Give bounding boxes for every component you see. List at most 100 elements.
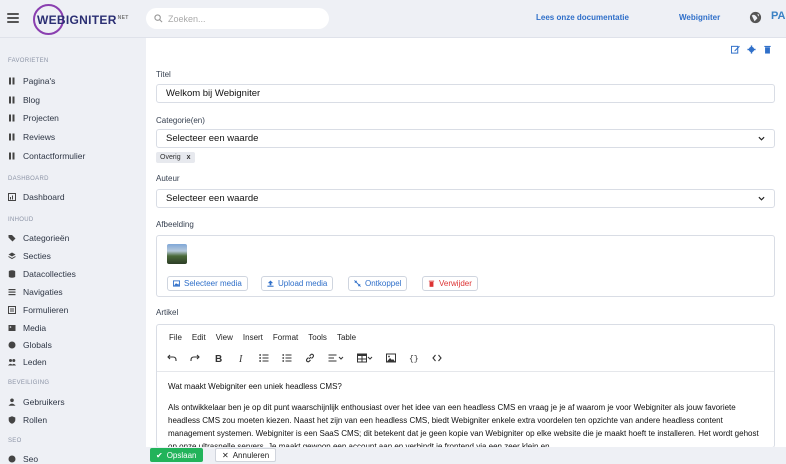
editor-content[interactable]: Wat maakt Webigniter een uniek headless … — [168, 380, 768, 447]
gear-icon[interactable] — [747, 45, 756, 54]
sidebar-item-contactformulier[interactable]: Contactformulier — [8, 149, 85, 163]
sidebar-item-paginas[interactable]: Pagina's — [8, 74, 55, 88]
article-heading: Wat maakt Webigniter een uniek headless … — [168, 382, 342, 391]
save-button[interactable]: ✔ Opslaan — [150, 448, 203, 462]
logo-text: WEBIGNITERNET — [37, 12, 129, 27]
image-thumbnail[interactable] — [167, 244, 187, 264]
sidebar-item-dashboard[interactable]: Dashboard — [8, 190, 65, 204]
sidebar-item-label: Gebruikers — [23, 397, 65, 407]
sidebar-item-label: Media — [23, 323, 47, 333]
sidebar-item-label: Navigaties — [23, 287, 63, 297]
search-input[interactable] — [168, 13, 318, 24]
link-icon[interactable] — [303, 351, 317, 365]
bullet-list-icon[interactable] — [280, 351, 294, 365]
projects-icon — [8, 114, 16, 122]
sections-icon — [8, 252, 16, 260]
svg-text:I: I — [238, 354, 243, 363]
undo-icon[interactable] — [165, 351, 179, 365]
sidebar-item-secties[interactable]: Secties — [8, 249, 51, 263]
menu-insert[interactable]: Insert — [243, 333, 263, 342]
unlink-button[interactable]: Ontkoppel — [348, 276, 408, 291]
site-link[interactable]: Webigniter — [679, 13, 720, 22]
sidebar: FAVORIETEN Pagina's Blog Projecten Revie… — [0, 38, 146, 464]
image-icon — [173, 280, 180, 287]
menu-view[interactable]: View — [216, 333, 233, 342]
sidebar-item-media[interactable]: Media — [8, 321, 46, 335]
sidebar-item-gebruikers[interactable]: Gebruikers — [8, 395, 65, 409]
sidebar-item-reviews[interactable]: Reviews — [8, 130, 55, 144]
image-label: Afbeelding — [156, 220, 194, 229]
globe-icon — [8, 341, 16, 349]
sidebar-item-formulieren[interactable]: Formulieren — [8, 303, 68, 317]
hamburger-menu-icon[interactable] — [7, 13, 19, 23]
sidebar-item-categorieen[interactable]: Categorieën — [8, 231, 69, 245]
source-code-icon[interactable] — [430, 351, 444, 365]
table-dropdown-icon[interactable] — [355, 351, 375, 365]
chevron-down-icon — [758, 136, 765, 141]
sidebar-section-title: DASHBOARD — [8, 176, 49, 182]
members-icon — [8, 358, 16, 366]
upload-media-button[interactable]: Upload media — [261, 276, 334, 291]
category-select-value: Selecteer een waarde — [166, 133, 259, 144]
bold-icon[interactable]: B — [211, 351, 225, 365]
sidebar-item-label: Contactformulier — [23, 151, 86, 161]
category-select[interactable]: Selecteer een waarde — [156, 129, 775, 148]
sidebar-item-label: Rollen — [23, 415, 48, 425]
page-actions — [730, 45, 772, 54]
sidebar-item-projecten[interactable]: Projecten — [8, 111, 59, 125]
logo[interactable]: WEBIGNITERNET — [33, 4, 129, 35]
redo-icon[interactable] — [188, 351, 202, 365]
select-media-label: Selecteer media — [184, 279, 242, 288]
navigation-icon — [8, 288, 16, 296]
menu-tools[interactable]: Tools — [308, 333, 327, 342]
trash-icon[interactable] — [763, 45, 772, 54]
docs-link[interactable]: Lees onze documentatie — [536, 13, 629, 22]
variable-icon[interactable]: {} — [407, 351, 421, 365]
sidebar-item-globals[interactable]: Globals — [8, 338, 52, 352]
sidebar-item-label: Blog — [23, 95, 41, 105]
sidebar-item-seo[interactable]: Seo — [8, 452, 38, 464]
svg-text:B: B — [215, 354, 222, 363]
align-dropdown-icon[interactable] — [326, 351, 346, 365]
edit-icon[interactable] — [730, 45, 740, 54]
svg-text:{}: {} — [409, 355, 419, 363]
italic-icon[interactable]: I — [234, 351, 248, 365]
unlink-icon — [354, 280, 361, 287]
contact-form-icon — [8, 152, 16, 160]
menu-table[interactable]: Table — [337, 333, 356, 342]
cancel-button[interactable]: ✕ Annuleren — [215, 448, 277, 462]
insert-image-icon[interactable] — [384, 351, 398, 365]
bottom-action-bar: ✔ Opslaan ✕ Annuleren — [146, 447, 786, 464]
numbered-list-icon[interactable] — [257, 351, 271, 365]
sidebar-item-label: Projecten — [23, 113, 59, 123]
seo-icon — [8, 455, 16, 463]
sidebar-section-title: INHOUD — [8, 217, 34, 223]
sidebar-item-datacollecties[interactable]: Datacollecties — [8, 267, 76, 281]
blog-icon — [8, 96, 16, 104]
user-avatar[interactable]: PA — [771, 10, 785, 22]
search-box[interactable] — [146, 8, 329, 29]
sidebar-item-rollen[interactable]: Rollen — [8, 413, 47, 427]
pages-icon — [8, 77, 16, 85]
remove-tag-icon[interactable]: x — [187, 154, 191, 161]
category-tag-label: Overig — [160, 154, 181, 161]
author-select[interactable]: Selecteer een waarde — [156, 189, 775, 208]
database-icon — [8, 270, 16, 278]
sidebar-item-label: Seo — [23, 454, 39, 464]
sidebar-item-leden[interactable]: Leden — [8, 355, 47, 369]
sidebar-section-title: SEO — [8, 438, 22, 444]
menu-file[interactable]: File — [169, 333, 182, 342]
menu-edit[interactable]: Edit — [192, 333, 206, 342]
main-content: Titel Categorie(en) Selecteer een waarde… — [146, 38, 786, 448]
roles-icon — [8, 416, 16, 424]
sidebar-item-label: Pagina's — [23, 76, 56, 86]
category-tag: Overig x — [156, 152, 195, 163]
sidebar-item-blog[interactable]: Blog — [8, 93, 40, 107]
sidebar-item-navigaties[interactable]: Navigaties — [8, 285, 63, 299]
delete-media-button[interactable]: Verwijder — [422, 276, 478, 291]
language-globe-icon[interactable] — [749, 11, 762, 24]
unlink-label: Ontkoppel — [365, 279, 402, 288]
menu-format[interactable]: Format — [273, 333, 298, 342]
title-input[interactable] — [156, 84, 775, 103]
select-media-button[interactable]: Selecteer media — [167, 276, 248, 291]
